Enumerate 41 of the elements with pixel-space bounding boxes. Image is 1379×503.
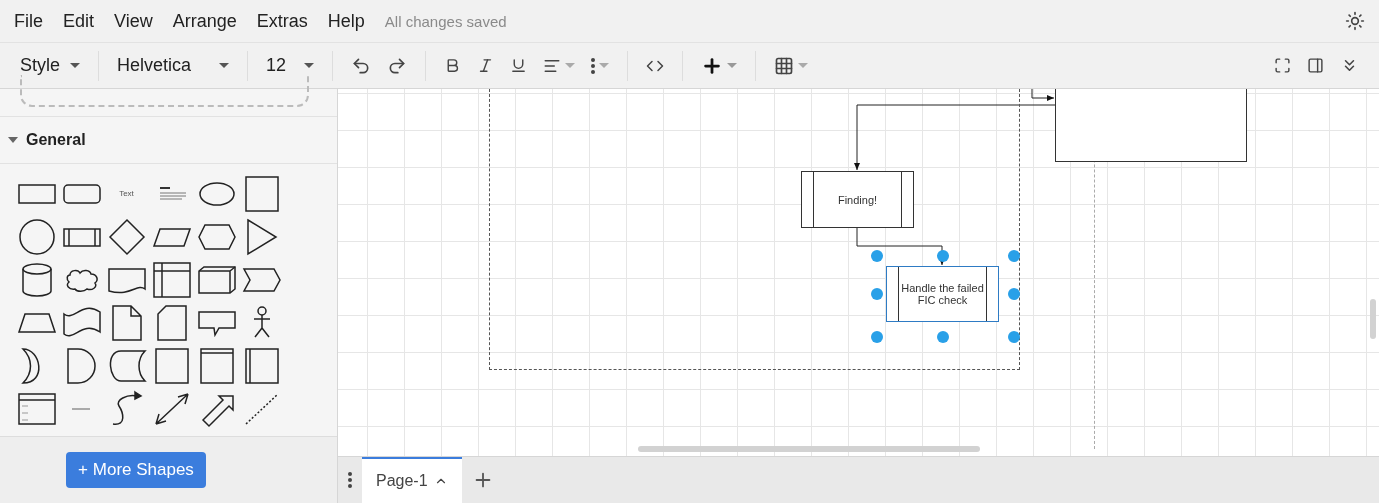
diagram-canvas[interactable]: Finding! Handle the failed FIC check: [338, 89, 1379, 456]
resize-handle[interactable]: [1008, 250, 1020, 262]
resize-handle[interactable]: [1008, 331, 1020, 343]
panel-icon: [1307, 57, 1324, 74]
process-node[interactable]: Finding!: [801, 171, 914, 228]
grid-icon: [774, 55, 795, 76]
resize-handle[interactable]: [871, 288, 883, 300]
more-shapes-button[interactable]: + More Shapes: [66, 452, 206, 488]
underline-icon: [510, 57, 528, 74]
shape-icon[interactable]: [106, 217, 147, 256]
resize-handle[interactable]: [871, 250, 883, 262]
table-shape[interactable]: [1055, 89, 1247, 162]
container-shape[interactable]: Finding! Handle the failed FIC check: [489, 89, 1020, 370]
vertical-dots-icon: [348, 472, 352, 488]
shape-icon[interactable]: [16, 217, 57, 256]
fullscreen-icon: [1274, 57, 1291, 74]
horizontal-scrollbar[interactable]: [638, 446, 980, 452]
resize-handle[interactable]: [936, 250, 949, 262]
style-dropdown[interactable]: Style: [12, 55, 89, 76]
text-shape[interactable]: Text: [119, 189, 134, 198]
redo-icon: [387, 55, 408, 76]
resize-handle[interactable]: [1008, 288, 1020, 300]
menu-item[interactable]: View: [114, 10, 153, 32]
vertical-dots-icon: [591, 57, 596, 74]
font-size-dropdown[interactable]: 12: [258, 55, 323, 76]
resize-handle[interactable]: [936, 331, 949, 343]
save-status: All changes saved: [384, 12, 507, 30]
vertical-scrollbar[interactable]: [1370, 299, 1376, 339]
menu-item[interactable]: Help: [327, 10, 365, 32]
menu-item[interactable]: Arrange: [172, 10, 237, 32]
process-node[interactable]: Handle the failed FIC check: [886, 266, 999, 322]
resize-handle[interactable]: [871, 331, 883, 343]
menu-item[interactable]: Extras: [256, 10, 308, 32]
shape-icon[interactable]: [151, 260, 192, 299]
section-header[interactable]: General: [0, 116, 337, 164]
menu-item[interactable]: File: [14, 10, 43, 32]
theme-icon[interactable]: [1345, 11, 1365, 31]
menu-item[interactable]: Edit: [63, 10, 95, 32]
page-tab[interactable]: Page-1: [362, 457, 462, 503]
font-dropdown[interactable]: Helvetica: [109, 55, 238, 76]
connector-arrow[interactable]: [1031, 89, 1055, 101]
